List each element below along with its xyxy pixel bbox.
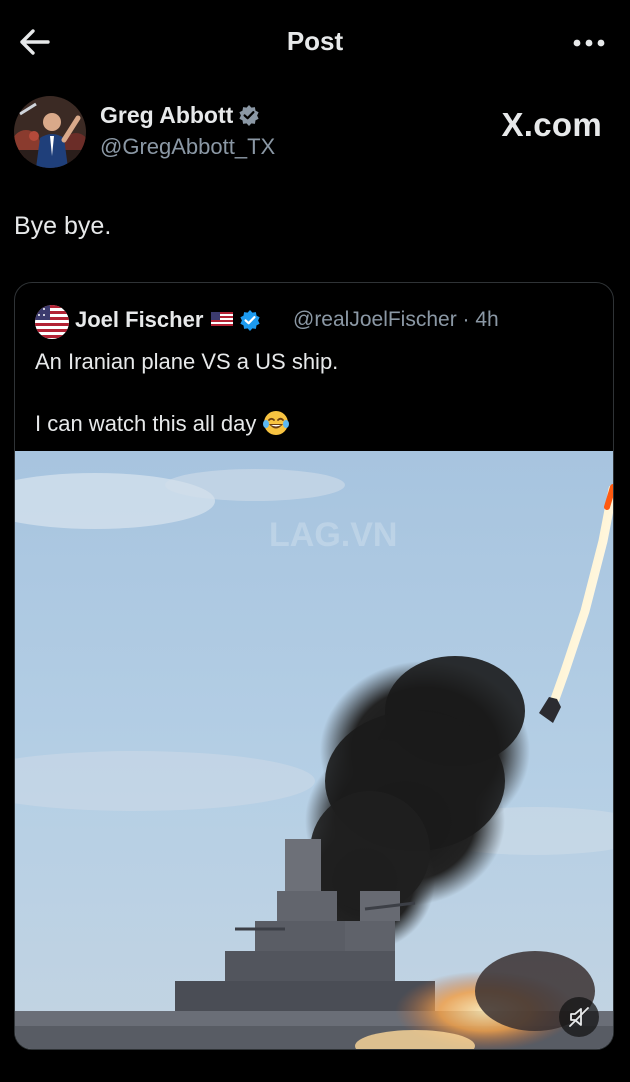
post-author: Greg Abbott @GregAbbott_TX X.com xyxy=(14,96,614,176)
quoted-text-line-1: An Iranian plane VS a US ship. xyxy=(35,349,339,374)
quoted-post[interactable]: Joel Fischer @realJoelFischer · 4h An Ir… xyxy=(14,282,614,1050)
tears-of-joy-emoji-icon xyxy=(263,411,290,435)
more-options-button[interactable] xyxy=(572,36,606,48)
mute-icon xyxy=(569,1007,589,1027)
page-title: Post xyxy=(286,26,344,56)
author-avatar[interactable] xyxy=(14,96,86,168)
quoted-text-line-2: I can watch this all day xyxy=(35,409,290,437)
author-name[interactable]: Greg Abbott xyxy=(100,102,260,129)
tweet-text: Bye bye. xyxy=(14,212,112,240)
us-flag-icon xyxy=(211,312,234,326)
quoted-author-avatar[interactable] xyxy=(35,305,69,339)
quoted-author-handle[interactable]: @realJoelFischer · 4h xyxy=(293,308,499,332)
top-bar: Post xyxy=(0,0,630,84)
video-player[interactable]: LAG.VN xyxy=(15,451,613,1049)
video-frame: LAG.VN xyxy=(15,451,613,1049)
quoted-author-name[interactable]: Joel Fischer xyxy=(75,307,261,333)
mute-button[interactable] xyxy=(559,997,599,1037)
verified-badge-icon xyxy=(239,105,259,126)
xcom-watermark: X.com xyxy=(501,106,602,143)
author-handle[interactable]: @GregAbbott_TX xyxy=(100,134,275,160)
verified-badge-icon xyxy=(240,310,260,331)
more-horizontal-icon xyxy=(573,39,605,47)
media-watermark: LAG.VN xyxy=(269,516,397,554)
